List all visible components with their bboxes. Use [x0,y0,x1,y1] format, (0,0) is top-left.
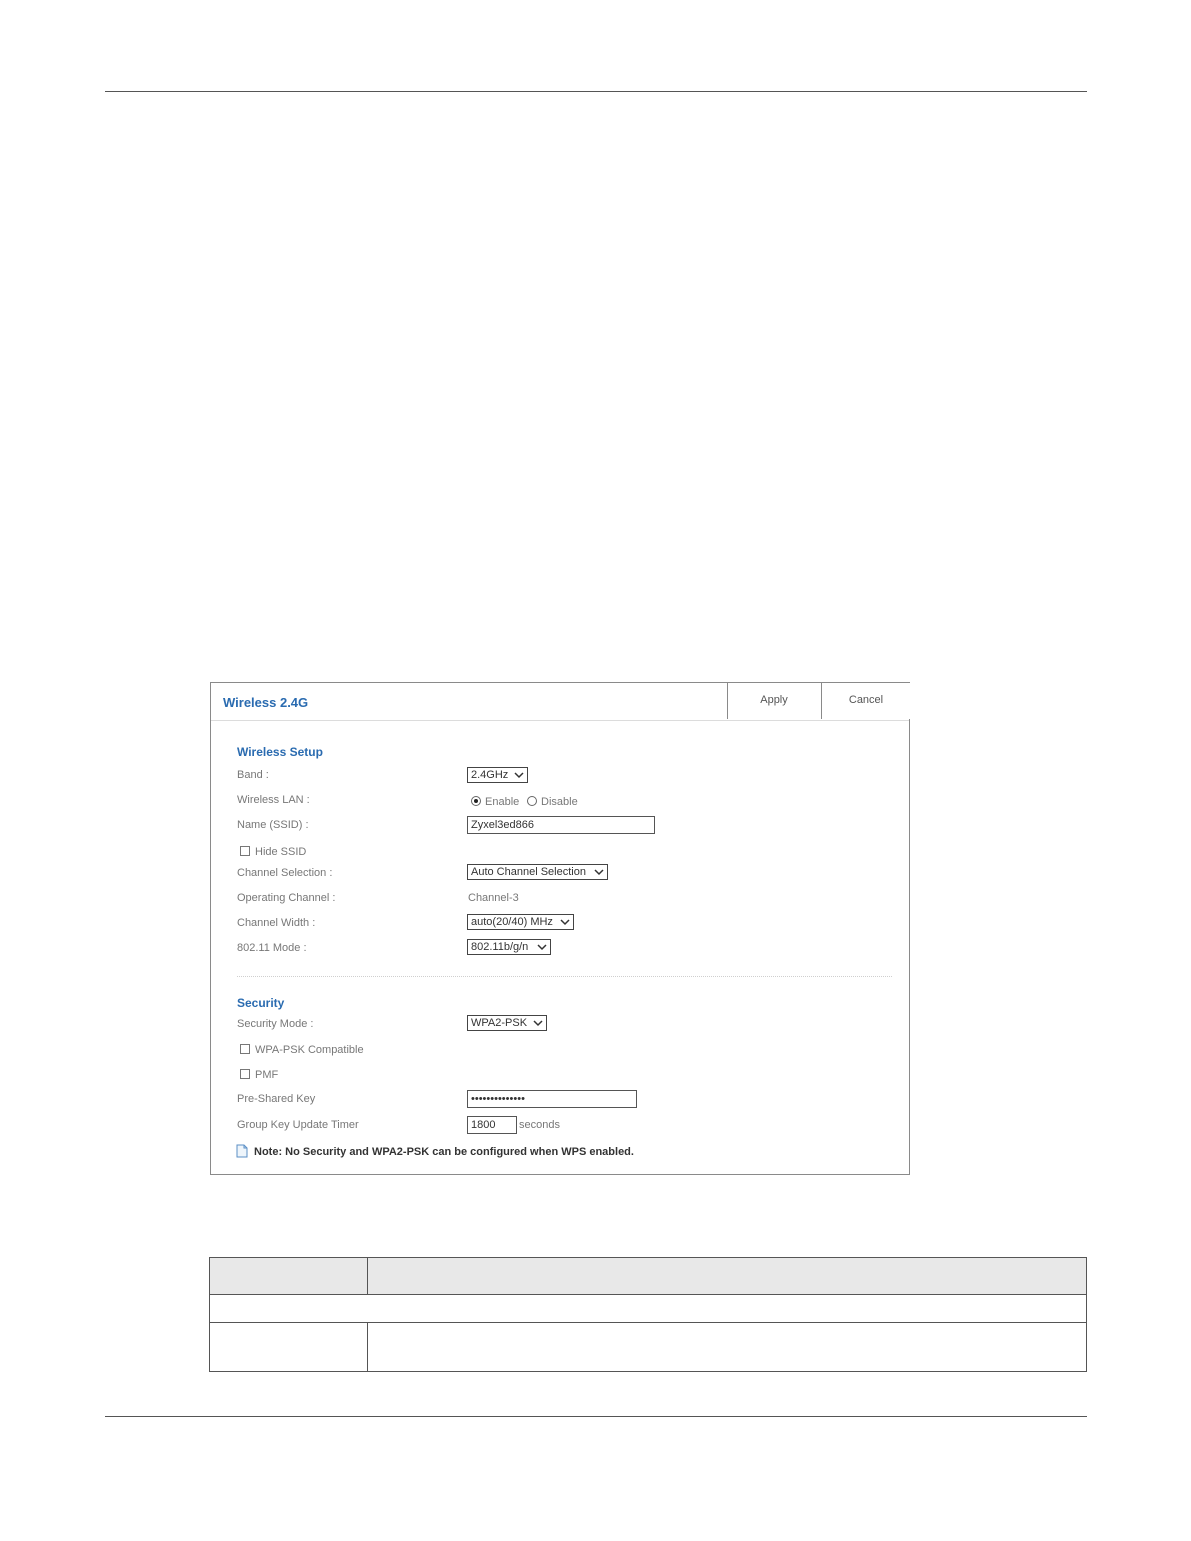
security-mode-select[interactable]: WPA2-PSK [467,1015,547,1031]
gkut-unit: seconds [519,1119,560,1131]
psk-input[interactable]: •••••••••••••• [467,1090,637,1108]
wlan-enable-label: Enable [485,796,520,808]
mode-label: 802.11 Mode : [237,942,307,954]
band-label: Band : [237,769,269,781]
channel-width-label: Channel Width : [237,917,316,929]
footer-rule [105,1416,1087,1417]
mode-select[interactable]: 802.11b/g/n [467,939,551,955]
channel-width-value: auto(20/40) MHz [471,916,553,928]
security-mode-label: Security Mode : [237,1018,314,1030]
channel-selection-value: Auto Channel Selection [471,866,586,878]
psk-label: Pre-Shared Key [237,1093,316,1105]
cancel-button[interactable]: Cancel [821,683,910,719]
table-row [210,1294,1086,1323]
header-rule [105,91,1087,92]
ssid-input[interactable]: Zyxel3ed866 [467,816,655,834]
band-select[interactable]: 2.4GHz [467,767,528,783]
wpa-compatible-checkbox[interactable] [240,1044,250,1054]
section-divider [237,976,892,977]
table-row [210,1323,1086,1371]
ssid-label: Name (SSID) : [237,819,309,831]
security-mode-value: WPA2-PSK [471,1017,528,1029]
mode-value: 802.11b/g/n [471,941,529,953]
table-header-row [210,1258,1086,1295]
gkut-label: Group Key Update Timer [237,1119,359,1131]
apply-button[interactable]: Apply [727,683,820,719]
wpa-compatible-label: WPA-PSK Compatible [255,1044,364,1056]
wireless-setup-heading: Wireless Setup [237,745,323,759]
operating-channel-label: Operating Channel : [237,892,336,904]
panel-header: Wireless 2.4G Apply Cancel [211,683,910,721]
operating-channel-value: Channel-3 [468,892,519,904]
hide-ssid-label: Hide SSID [255,846,307,858]
band-select-value: 2.4GHz [471,769,509,781]
chevron-down-icon [594,869,604,876]
wlan-disable-label: Disable [541,796,578,808]
pmf-label: PMF [255,1069,279,1081]
chevron-down-icon [514,772,524,779]
gkut-input[interactable]: 1800 [467,1116,517,1134]
description-table [209,1257,1087,1372]
chevron-down-icon [560,919,570,926]
panel-title: Wireless 2.4G [223,695,309,710]
table-header-separator [367,1258,368,1294]
table-column-separator [367,1323,368,1371]
wps-note: Note: No Security and WPA2-PSK can be co… [254,1146,634,1158]
chevron-down-icon [537,944,547,951]
note-icon [236,1144,248,1158]
channel-width-select[interactable]: auto(20/40) MHz [467,914,574,930]
chevron-down-icon [533,1020,543,1027]
wlan-enable-radio[interactable] [471,796,481,806]
wlan-disable-radio[interactable] [527,796,537,806]
wireless-lan-label: Wireless LAN : [237,794,310,806]
channel-selection-select[interactable]: Auto Channel Selection [467,864,608,880]
wireless-24g-panel: Wireless 2.4G Apply Cancel Wireless Setu… [210,682,910,1175]
channel-selection-label: Channel Selection : [237,867,333,879]
pmf-checkbox[interactable] [240,1069,250,1079]
security-heading: Security [237,996,285,1010]
hide-ssid-checkbox[interactable] [240,846,250,856]
